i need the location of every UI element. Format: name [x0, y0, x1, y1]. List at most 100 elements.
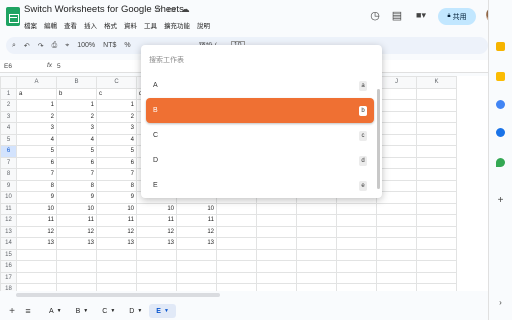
grid-cell[interactable] — [376, 168, 417, 181]
switcher-item-e[interactable]: Ee — [146, 173, 374, 198]
grid-cell[interactable] — [376, 260, 417, 273]
grid-cell[interactable] — [16, 283, 57, 291]
switcher-item-a[interactable]: Aa — [146, 73, 374, 98]
grid-cell[interactable] — [376, 99, 417, 112]
folder-move-icon[interactable]: ▭ — [167, 4, 176, 15]
switcher-item-d[interactable]: Dd — [146, 148, 374, 173]
star-icon[interactable]: ☆ — [154, 4, 162, 15]
caret-down-icon[interactable]: ▼ — [164, 308, 169, 314]
video-camera-icon[interactable]: ■▾ — [410, 7, 432, 23]
grid-cell[interactable]: 1 — [96, 99, 137, 112]
grid-cell[interactable] — [216, 225, 257, 238]
grid-cell[interactable] — [416, 133, 457, 146]
add-sheet-icon[interactable]: + — [4, 306, 20, 317]
grid-cell[interactable]: 9 — [96, 191, 137, 204]
grid-cell[interactable] — [176, 283, 217, 291]
maps-icon[interactable] — [496, 158, 505, 167]
grid-cell[interactable] — [336, 225, 377, 238]
grid-cell[interactable] — [376, 156, 417, 169]
grid-cell[interactable] — [256, 271, 297, 284]
menu-insert[interactable]: 插入 — [84, 20, 97, 30]
grid-cell[interactable]: 8 — [16, 179, 57, 192]
history-icon[interactable]: ◷ — [368, 7, 382, 23]
grid-cell[interactable] — [56, 283, 97, 291]
grid-cell[interactable] — [336, 260, 377, 273]
grid-cell[interactable]: c — [96, 87, 137, 100]
search-menus-icon[interactable]: ⌕ — [12, 42, 16, 50]
grid-cell[interactable] — [296, 248, 337, 261]
all-sheets-icon[interactable]: ≡ — [20, 306, 36, 316]
grid-cell[interactable]: 13 — [176, 237, 217, 250]
column-header[interactable]: C — [96, 76, 137, 89]
sheet-tab-c[interactable]: C ▼ — [95, 304, 122, 318]
grid-cell[interactable] — [216, 214, 257, 227]
grid-cell[interactable] — [136, 260, 177, 273]
grid-cell[interactable]: 12 — [136, 225, 177, 238]
grid-cell[interactable] — [16, 248, 57, 261]
grid-cell[interactable]: 13 — [136, 237, 177, 250]
row-header[interactable]: 11 — [0, 202, 17, 215]
grid-cell[interactable] — [176, 271, 217, 284]
grid-cell[interactable] — [416, 168, 457, 181]
grid-cell[interactable] — [376, 191, 417, 204]
grid-cell[interactable] — [416, 87, 457, 100]
grid-cell[interactable] — [96, 260, 137, 273]
grid-cell[interactable]: 10 — [16, 202, 57, 215]
grid-cell[interactable]: 2 — [96, 110, 137, 123]
share-button[interactable]: 🔒︎ 共用 — [438, 8, 476, 25]
grid-cell[interactable] — [336, 237, 377, 250]
grid-cell[interactable]: 3 — [56, 122, 97, 135]
grid-cell[interactable]: 1 — [56, 99, 97, 112]
grid-cell[interactable]: 12 — [176, 225, 217, 238]
grid-cell[interactable] — [256, 202, 297, 215]
grid-cell[interactable]: 10 — [56, 202, 97, 215]
grid-cell[interactable] — [216, 271, 257, 284]
row-header[interactable]: 15 — [0, 248, 17, 261]
grid-cell[interactable] — [376, 110, 417, 123]
grid-cell[interactable]: 6 — [96, 156, 137, 169]
grid-cell[interactable]: 9 — [16, 191, 57, 204]
grid-cell[interactable] — [336, 202, 377, 215]
caret-down-icon[interactable]: ▼ — [83, 308, 88, 314]
grid-cell[interactable]: 10 — [96, 202, 137, 215]
grid-cell[interactable] — [216, 260, 257, 273]
tasks-icon[interactable] — [496, 100, 505, 109]
row-header[interactable]: 16 — [0, 260, 17, 273]
grid-cell[interactable] — [376, 145, 417, 158]
grid-cell[interactable] — [416, 248, 457, 261]
grid-cell[interactable]: 9 — [56, 191, 97, 204]
grid-cell[interactable]: 4 — [16, 133, 57, 146]
grid-cell[interactable]: 7 — [56, 168, 97, 181]
collapse-panel-icon[interactable]: › — [496, 298, 505, 307]
grid-cell[interactable] — [416, 271, 457, 284]
grid-cell[interactable] — [416, 145, 457, 158]
menu-file[interactable]: 檔案 — [24, 20, 37, 30]
grid-cell[interactable] — [176, 248, 217, 261]
column-header[interactable]: K — [416, 76, 457, 89]
row-header[interactable]: 1 — [0, 87, 17, 100]
grid-cell[interactable] — [376, 202, 417, 215]
grid-cell[interactable] — [376, 248, 417, 261]
row-header[interactable]: 13 — [0, 225, 17, 238]
grid-cell[interactable]: 11 — [96, 214, 137, 227]
grid-cell[interactable]: 7 — [16, 168, 57, 181]
grid-cell[interactable]: 10 — [176, 202, 217, 215]
sheet-tab-e[interactable]: E ▼ — [149, 304, 176, 318]
grid-cell[interactable] — [376, 179, 417, 192]
grid-cell[interactable]: 3 — [96, 122, 137, 135]
grid-cell[interactable]: 1 — [16, 99, 57, 112]
grid-cell[interactable] — [296, 225, 337, 238]
grid-cell[interactable]: 11 — [136, 214, 177, 227]
grid-cell[interactable]: 8 — [56, 179, 97, 192]
menu-format[interactable]: 格式 — [104, 20, 117, 30]
grid-cell[interactable]: 11 — [56, 214, 97, 227]
menu-tools[interactable]: 工具 — [144, 20, 157, 30]
grid-cell[interactable] — [96, 283, 137, 291]
row-header[interactable]: 8 — [0, 168, 17, 181]
menu-edit[interactable]: 編輯 — [44, 20, 57, 30]
grid-cell[interactable]: 10 — [136, 202, 177, 215]
dialog-scrollbar[interactable] — [377, 89, 380, 189]
keep-icon[interactable] — [496, 72, 505, 81]
sheet-tab-a[interactable]: A ▼ — [42, 304, 69, 318]
grid-cell[interactable] — [416, 225, 457, 238]
